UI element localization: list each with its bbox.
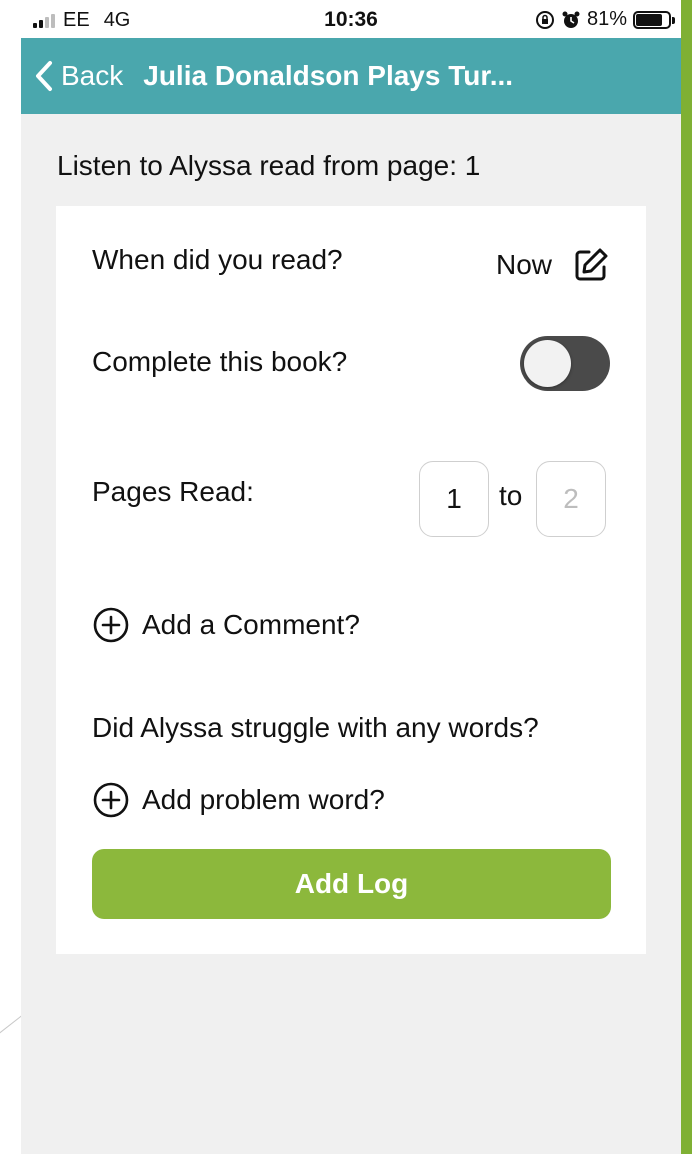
when-value: Now bbox=[495, 249, 552, 280]
edit-icon[interactable] bbox=[572, 246, 610, 284]
battery-fill bbox=[636, 13, 662, 26]
when-label: When did you read? bbox=[92, 244, 343, 275]
back-label: Back bbox=[61, 60, 124, 91]
phone-screen: EE 4G 10:36 81% Back Julia Donaldson Pla… bbox=[21, 0, 681, 1154]
status-bar: EE 4G 10:36 81% bbox=[21, 0, 681, 38]
status-right: 81% bbox=[535, 8, 675, 31]
add-problem-word-label: Add problem word? bbox=[142, 784, 385, 815]
add-problem-word-button[interactable]: Add problem word? bbox=[92, 781, 385, 819]
alarm-icon bbox=[562, 11, 580, 28]
battery-percent: 81% bbox=[586, 8, 627, 30]
struggle-question: Did Alyssa struggle with any words? bbox=[92, 712, 539, 743]
back-button[interactable]: Back bbox=[35, 60, 123, 92]
complete-book-toggle[interactable] bbox=[520, 336, 610, 391]
when-picker[interactable]: Now bbox=[496, 246, 610, 284]
book-title: Julia Donaldson Plays Tur... bbox=[143, 60, 514, 91]
page-to-input[interactable]: 2 bbox=[536, 461, 606, 537]
complete-label: Complete this book? bbox=[92, 346, 348, 377]
plus-circle-icon bbox=[93, 607, 129, 643]
rotation-lock-icon bbox=[535, 10, 554, 29]
pages-read-label: Pages Read: bbox=[92, 476, 254, 507]
slide-accent-bar bbox=[680, 0, 692, 1154]
plus-circle-icon bbox=[93, 782, 129, 818]
reading-log-card: When did you read? Now Complete this boo… bbox=[56, 206, 646, 954]
add-comment-button[interactable]: Add a Comment? bbox=[92, 606, 360, 644]
page-from-input[interactable]: 1 bbox=[419, 461, 489, 537]
toggle-knob bbox=[524, 340, 571, 387]
battery-icon bbox=[633, 10, 675, 29]
chevron-left-icon bbox=[36, 61, 52, 91]
nav-bar: Back Julia Donaldson Plays Tur... bbox=[21, 38, 681, 114]
add-log-button[interactable]: Add Log bbox=[92, 849, 611, 919]
add-comment-label: Add a Comment? bbox=[142, 609, 360, 640]
page-range-separator: to bbox=[499, 480, 523, 511]
page-heading: Listen to Alyssa read from page: 1 bbox=[57, 150, 481, 181]
